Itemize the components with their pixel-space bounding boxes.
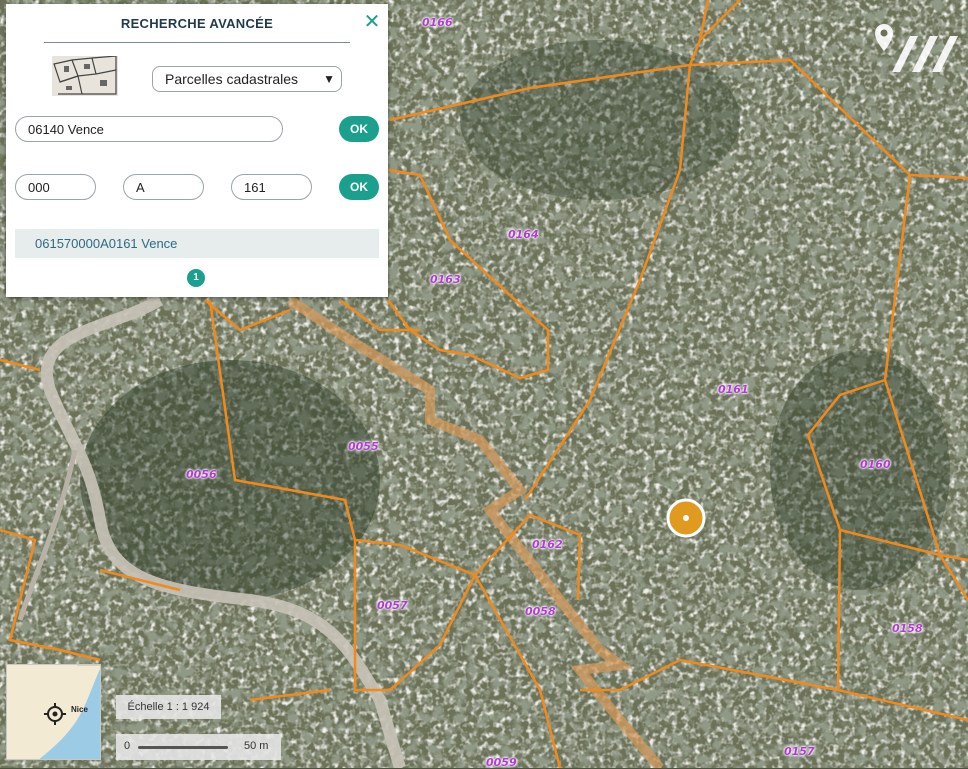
commune-ok-button[interactable]: OK — [339, 116, 379, 142]
brand-logo-icon — [875, 24, 958, 72]
search-result-item[interactable]: 061570000A0161 Vence — [15, 229, 379, 258]
parcel-label[interactable]: 0160 — [860, 458, 891, 471]
scale-distance: 50 m — [244, 740, 269, 752]
parcel-label[interactable]: 0166 — [422, 16, 453, 29]
crosshair-icon — [44, 703, 66, 725]
prefix-input[interactable] — [15, 174, 96, 200]
parcel-label[interactable]: 0161 — [718, 383, 749, 396]
parcel-label[interactable]: 0059 — [486, 756, 517, 769]
pagination-page[interactable]: 1 — [187, 269, 205, 287]
parcel-label[interactable]: 0057 — [377, 599, 408, 612]
scale-bar: 0 50 m — [116, 734, 281, 760]
scale-line — [138, 746, 228, 749]
parcel-label[interactable]: 0157 — [784, 745, 815, 758]
divider — [44, 42, 350, 43]
panel-title: RECHERCHE AVANCÉE — [120, 16, 274, 31]
chevron-down-icon: ▼ — [323, 72, 335, 86]
parcel-ok-button[interactable]: OK — [339, 174, 379, 200]
parcel-label[interactable]: 0162 — [532, 538, 563, 551]
parcel-label[interactable]: 0058 — [525, 605, 556, 618]
parcel-label[interactable]: 0158 — [892, 622, 923, 635]
parcel-label[interactable]: 0055 — [348, 440, 379, 453]
close-icon[interactable]: ✕ — [362, 12, 382, 32]
minimap-city-label: Nice — [71, 705, 88, 714]
parcel-number-input[interactable] — [231, 174, 312, 200]
parcel-label[interactable]: 0163 — [430, 273, 461, 286]
section-input[interactable] — [123, 174, 204, 200]
scale-zero: 0 — [124, 740, 131, 752]
search-type-select[interactable]: Parcelles cadastrales ▼ — [152, 66, 342, 92]
search-type-value: Parcelles cadastrales — [165, 71, 299, 87]
scale-ratio: Échelle 1 : 1 924 — [116, 695, 221, 719]
location-marker-icon[interactable] — [666, 498, 706, 538]
cadastre-thumbnail-icon — [52, 56, 118, 96]
commune-input[interactable] — [15, 116, 283, 142]
parcel-label[interactable]: 0164 — [508, 228, 539, 241]
overview-minimap[interactable]: Nice — [6, 664, 101, 760]
advanced-search-panel: RECHERCHE AVANCÉE ✕ Parcelles cadastrale… — [6, 4, 388, 297]
parcel-label[interactable]: 0056 — [186, 468, 217, 481]
